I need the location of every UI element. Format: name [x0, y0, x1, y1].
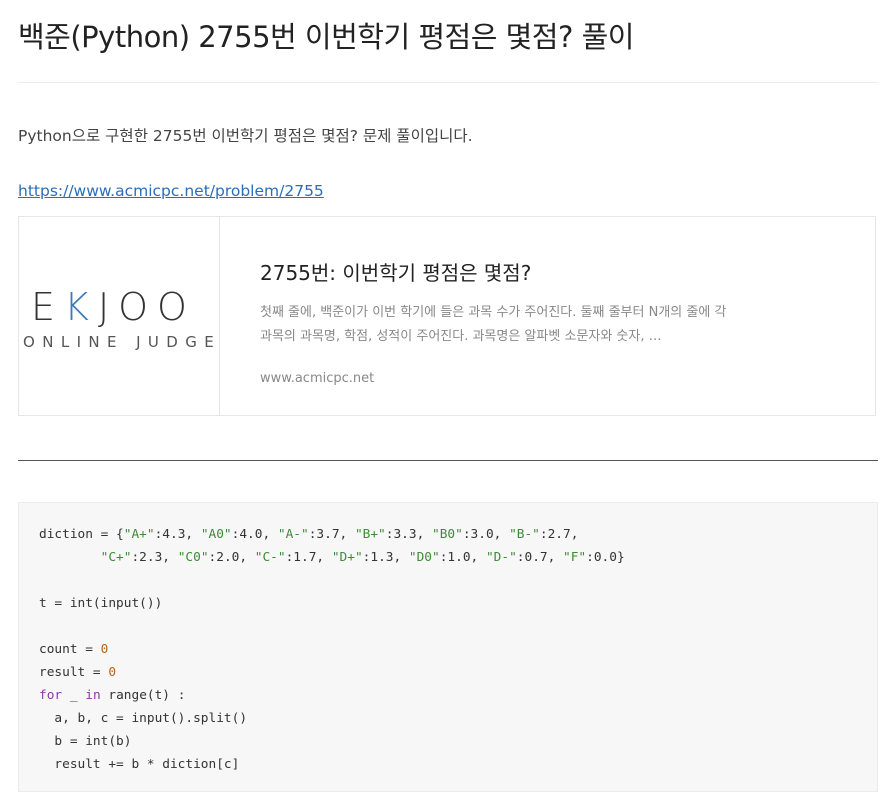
code-text: :4.3, [154, 527, 201, 542]
baekjoon-logo: EKJOO ONLINE JUDGE [23, 277, 217, 352]
card-title[interactable]: 2755번: 이번학기 평점은 몇점? [260, 257, 531, 286]
code-line: result += b * diction[c] [39, 753, 625, 776]
code-lines: diction = {"A+":4.3, "A0":4.0, "A-":3.7,… [39, 523, 625, 776]
code-string: "C+" [100, 550, 132, 565]
code-text: result += b * diction[c] [39, 757, 240, 772]
code-text: range(t) : [100, 688, 186, 703]
link-preview-card[interactable]: EKJOO ONLINE JUDGE 2755번: 이번학기 평점은 몇점? 첫… [18, 216, 876, 416]
code-text: :3.7, [308, 527, 355, 542]
code-line: for _ in range(t) : [39, 684, 625, 707]
card-thumbnail: EKJOO ONLINE JUDGE [19, 217, 220, 415]
code-block: diction = {"A+":4.3, "A0":4.0, "A-":3.7,… [18, 502, 878, 792]
logo-wordmark: EKJOO [31, 285, 196, 329]
logo-letters-joo: JOO [97, 285, 196, 329]
code-text: result = [39, 665, 109, 680]
code-string: "F" [563, 550, 587, 565]
code-text: :2.3, [131, 550, 178, 565]
code-string: "B-" [509, 527, 540, 542]
code-text: :1.3, [362, 550, 409, 565]
logo-letter-k: K [64, 285, 98, 329]
card-description: 첫째 줄에, 백준이가 이번 학기에 들은 과목 수가 주어진다. 둘째 줄부터… [260, 305, 727, 344]
code-text: :3.0, [462, 527, 510, 542]
code-text: b = int(b) [39, 734, 132, 749]
blog-post: 백준(Python) 2755번 이번학기 평점은 몇점? 풀이 Python으… [0, 0, 896, 792]
card-domain: www.acmicpc.net [260, 371, 375, 386]
code-text: _ [62, 688, 86, 703]
code-line: count = 0 [39, 638, 625, 661]
code-string: "B0" [432, 527, 463, 542]
logo-letter-e: E [31, 285, 65, 329]
code-string: "D+" [331, 550, 363, 565]
code-line: t = int(input()) [39, 592, 625, 615]
code-text: t = int(input()) [39, 596, 163, 611]
code-text: :4.0, [231, 527, 278, 542]
code-keyword: for [39, 688, 63, 703]
code-line: "C+":2.3, "C0":2.0, "C-":1.7, "D+":1.3, … [39, 546, 625, 569]
code-string: "D0" [408, 550, 440, 565]
code-text: :1.0, [439, 550, 486, 565]
code-text: :0.7, [516, 550, 564, 565]
code-line: diction = {"A+":4.3, "A0":4.0, "A-":3.7,… [39, 523, 625, 546]
code-number: 0 [108, 665, 117, 680]
code-string: "D-" [485, 550, 517, 565]
post-intro: Python으로 구현한 2755번 이번학기 평점은 몇점? 문제 풀이입니다… [18, 127, 473, 145]
code-string: "A0" [200, 527, 232, 542]
code-string: "A-" [277, 527, 309, 542]
problem-link[interactable]: https://www.acmicpc.net/problem/2755 [18, 182, 324, 200]
code-text: diction = { [39, 527, 124, 542]
title-divider [18, 82, 878, 83]
post-title: 백준(Python) 2755번 이번학기 평점은 몇점? 풀이 [18, 20, 634, 54]
code-text: :2.0, [208, 550, 255, 565]
code-text: count = [39, 642, 101, 657]
code-text: a, b, c = input().split() [39, 711, 248, 726]
code-text: :1.7, [285, 550, 332, 565]
section-divider [18, 460, 878, 461]
logo-subtitle: ONLINE JUDGE [23, 333, 222, 351]
code-number: 0 [100, 642, 109, 657]
code-string: "B+" [354, 527, 386, 542]
code-line: a, b, c = input().split() [39, 707, 625, 730]
code-string: "C0" [177, 550, 209, 565]
code-text: :2.7, [539, 527, 579, 542]
code-string: "C-" [254, 550, 286, 565]
code-line: result = 0 [39, 661, 625, 684]
code-text: :0.0} [586, 550, 625, 565]
code-text: :3.3, [385, 527, 432, 542]
code-keyword: in [85, 688, 101, 703]
code-line: b = int(b) [39, 730, 625, 753]
code-string: "A+" [123, 527, 155, 542]
